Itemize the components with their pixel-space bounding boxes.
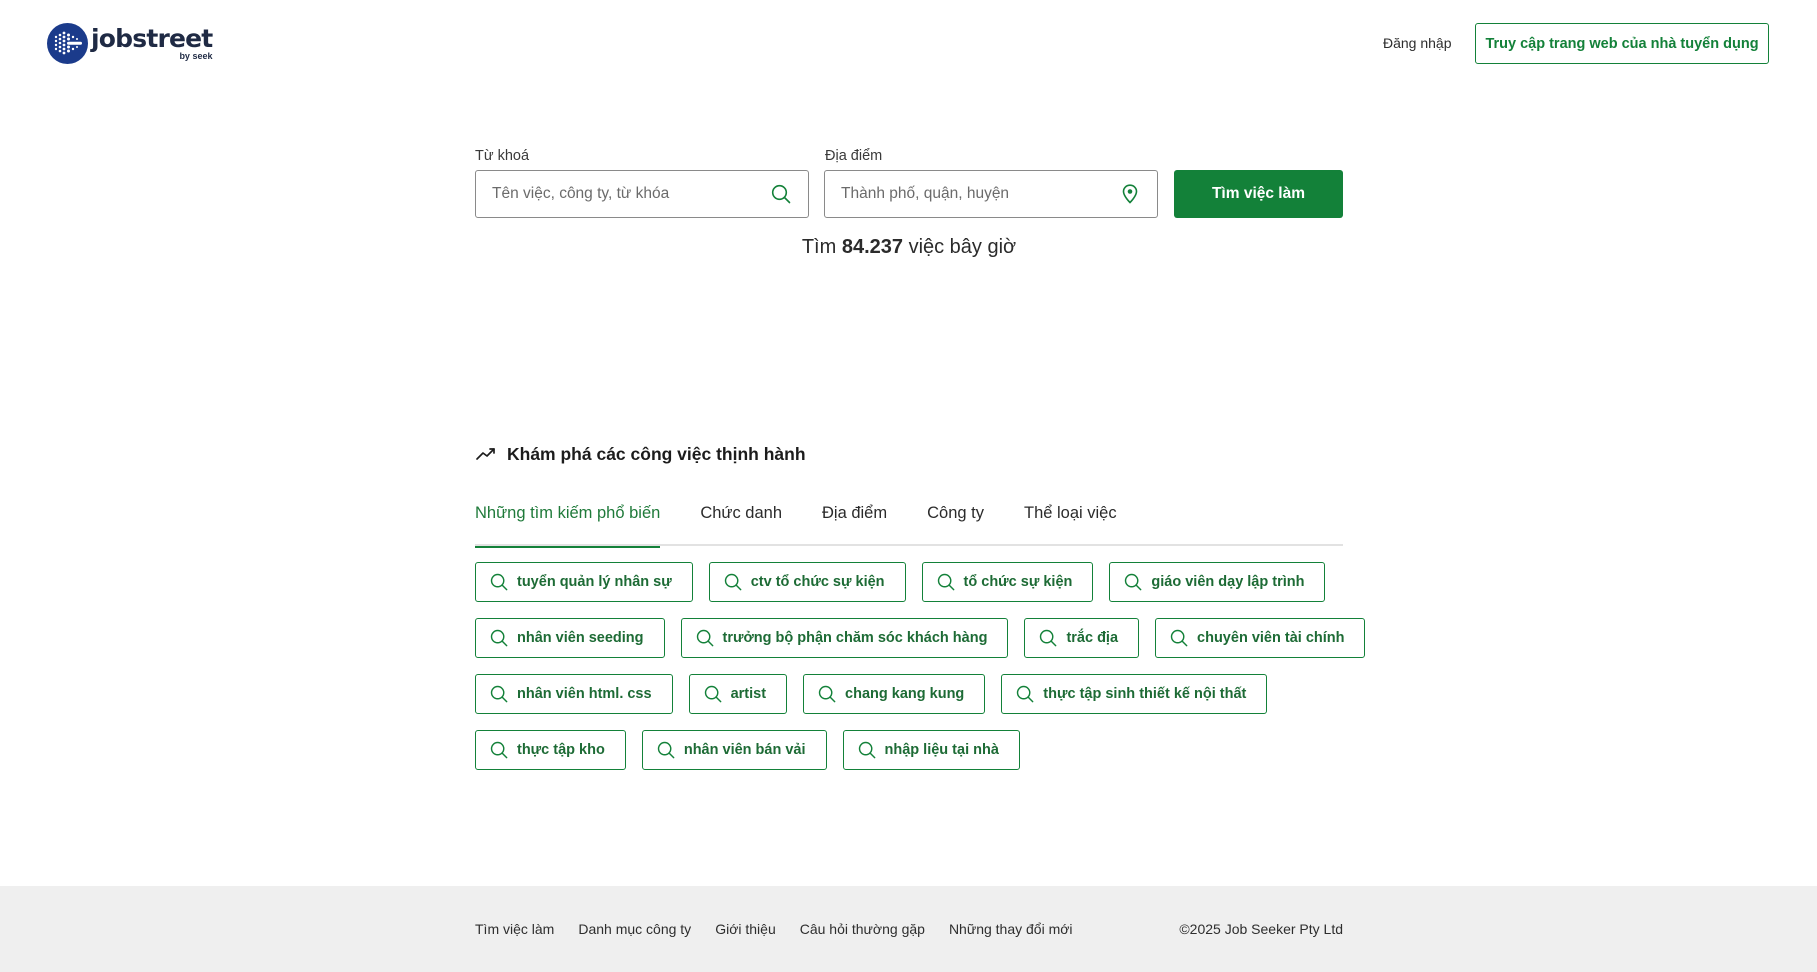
chip-label: chuyên viên tài chính xyxy=(1197,630,1345,646)
chip-label: trắc địa xyxy=(1066,630,1119,646)
job-count-value: 84.237 xyxy=(841,236,903,258)
search-icon xyxy=(1039,628,1059,648)
keyword-field[interactable] xyxy=(475,170,809,218)
search-icon xyxy=(724,572,744,592)
keyword-label: Từ khoá xyxy=(475,148,530,164)
chip-label: artist xyxy=(730,686,767,702)
search-icon xyxy=(490,572,510,592)
chip-label: nhân viên bán vải xyxy=(683,742,806,758)
keyword-input[interactable] xyxy=(492,185,770,203)
location-field[interactable] xyxy=(824,170,1158,218)
trending-title: Khám phá các công việc thịnh hành xyxy=(507,443,806,464)
popular-search-chip[interactable]: nhân viên bán vải xyxy=(641,730,827,770)
employer-site-button[interactable]: Truy cập trang web của nhà tuyển dụng xyxy=(1475,23,1769,64)
popular-search-chip[interactable]: thực tập kho xyxy=(475,730,626,770)
login-link[interactable]: Đăng nhập xyxy=(1383,35,1452,51)
search-icon xyxy=(770,183,792,205)
footer-link-whats-new[interactable]: Những thay đổi mới xyxy=(949,921,1073,937)
tab-locations[interactable]: Địa điểm xyxy=(822,498,887,546)
tab-companies[interactable]: Công ty xyxy=(927,498,984,546)
search-icon xyxy=(1016,684,1036,704)
chip-row: nhân viên seeding trưởng bộ phận chăm sóc… xyxy=(475,618,1366,658)
footer-link-about[interactable]: Giới thiệu xyxy=(715,921,776,937)
chip-label: tuyển quản lý nhân sự xyxy=(517,574,672,590)
chip-row: thực tập kho nhân viên bán vải nhập liệu t… xyxy=(475,730,1355,770)
trending-tabs: Những tìm kiếm phổ biến Chức danh Địa đi… xyxy=(475,498,1343,548)
logo-wordmark: jobstreet xyxy=(91,24,213,53)
search-icon xyxy=(858,740,878,760)
popular-search-chip[interactable]: nhân viên seeding xyxy=(475,618,665,658)
tab-job-categories[interactable]: Thể loại việc xyxy=(1024,498,1117,546)
tab-job-titles[interactable]: Chức danh xyxy=(700,498,782,546)
popular-search-chips: tuyển quản lý nhân sự ctv tổ chức sự kiện… xyxy=(475,562,1366,786)
popular-search-chip[interactable]: giáo viên dạy lập trình xyxy=(1109,562,1326,602)
logo-mark-icon xyxy=(47,23,88,64)
chip-label: chang kang kung xyxy=(845,686,965,702)
location-pin-icon xyxy=(1119,183,1141,205)
trending-heading: Khám phá các công việc thịnh hành xyxy=(475,443,806,465)
job-count: Tìm 84.237 việc bây giờ xyxy=(801,236,1017,258)
search-icon xyxy=(696,628,716,648)
popular-search-chip[interactable]: artist xyxy=(688,674,788,714)
chip-label: tổ chức sự kiện xyxy=(963,574,1073,590)
chip-label: giáo viên dạy lập trình xyxy=(1151,574,1305,590)
popular-search-chip[interactable]: nhân viên html. css xyxy=(475,674,673,714)
popular-search-chip[interactable]: trắc địa xyxy=(1024,618,1140,658)
footer-link-faq[interactable]: Câu hỏi thường gặp xyxy=(800,921,925,937)
chip-label: nhập liệu tại nhà xyxy=(884,742,999,758)
chip-label: trưởng bộ phận chăm sóc khách hàng xyxy=(722,630,988,646)
popular-search-chip[interactable]: ctv tổ chức sự kiện xyxy=(708,562,906,602)
search-icon xyxy=(704,684,724,704)
footer-links: Tìm việc làm Danh mục công ty Giới thiệu… xyxy=(475,921,1097,937)
find-jobs-button[interactable]: Tìm việc làm xyxy=(1174,170,1343,218)
trending-up-icon xyxy=(475,443,497,465)
search-icon xyxy=(657,740,677,760)
search-icon xyxy=(490,740,510,760)
popular-search-chip[interactable]: thực tập sinh thiết kế nội thất xyxy=(1001,674,1268,714)
footer-link-company-directory[interactable]: Danh mục công ty xyxy=(578,921,691,937)
footer-link-find-jobs[interactable]: Tìm việc làm xyxy=(475,921,554,937)
jobstreet-logo[interactable]: jobstreet by seek xyxy=(47,23,213,64)
popular-search-chip[interactable]: chuyên viên tài chính xyxy=(1155,618,1366,658)
search-icon xyxy=(937,572,957,592)
search-icon xyxy=(490,628,510,648)
logo-byline: by seek xyxy=(179,51,213,61)
chip-label: thực tập kho xyxy=(517,742,605,758)
popular-search-chip[interactable]: nhập liệu tại nhà xyxy=(842,730,1020,770)
popular-search-chip[interactable]: tuyển quản lý nhân sự xyxy=(475,562,693,602)
chip-row: tuyển quản lý nhân sự ctv tổ chức sự kiện… xyxy=(475,562,1355,602)
chip-label: ctv tổ chức sự kiện xyxy=(750,574,885,590)
search-icon xyxy=(1170,628,1190,648)
search-icon xyxy=(818,684,838,704)
chip-label: nhân viên seeding xyxy=(517,630,644,646)
tab-popular-searches[interactable]: Những tìm kiếm phổ biến xyxy=(475,498,661,548)
chip-label: thực tập sinh thiết kế nội thất xyxy=(1043,686,1247,702)
site-footer: Tìm việc làm Danh mục công ty Giới thiệu… xyxy=(0,886,1817,972)
popular-search-chip[interactable]: trưởng bộ phận chăm sóc khách hàng xyxy=(680,618,1009,658)
location-input[interactable] xyxy=(841,185,1119,203)
chip-label: nhân viên html. css xyxy=(517,686,652,702)
chip-row: nhân viên html. css artist chang kang kung… xyxy=(475,674,1355,714)
popular-search-chip[interactable]: tổ chức sự kiện xyxy=(921,562,1094,602)
location-label: Địa điểm xyxy=(825,148,883,164)
search-icon xyxy=(1124,572,1144,592)
search-icon xyxy=(490,684,510,704)
popular-search-chip[interactable]: chang kang kung xyxy=(803,674,986,714)
site-header: jobstreet by seek Đăng nhập Truy cập tra… xyxy=(0,0,1817,90)
copyright: ©2025 Job Seeker Pty Ltd xyxy=(1179,921,1343,937)
